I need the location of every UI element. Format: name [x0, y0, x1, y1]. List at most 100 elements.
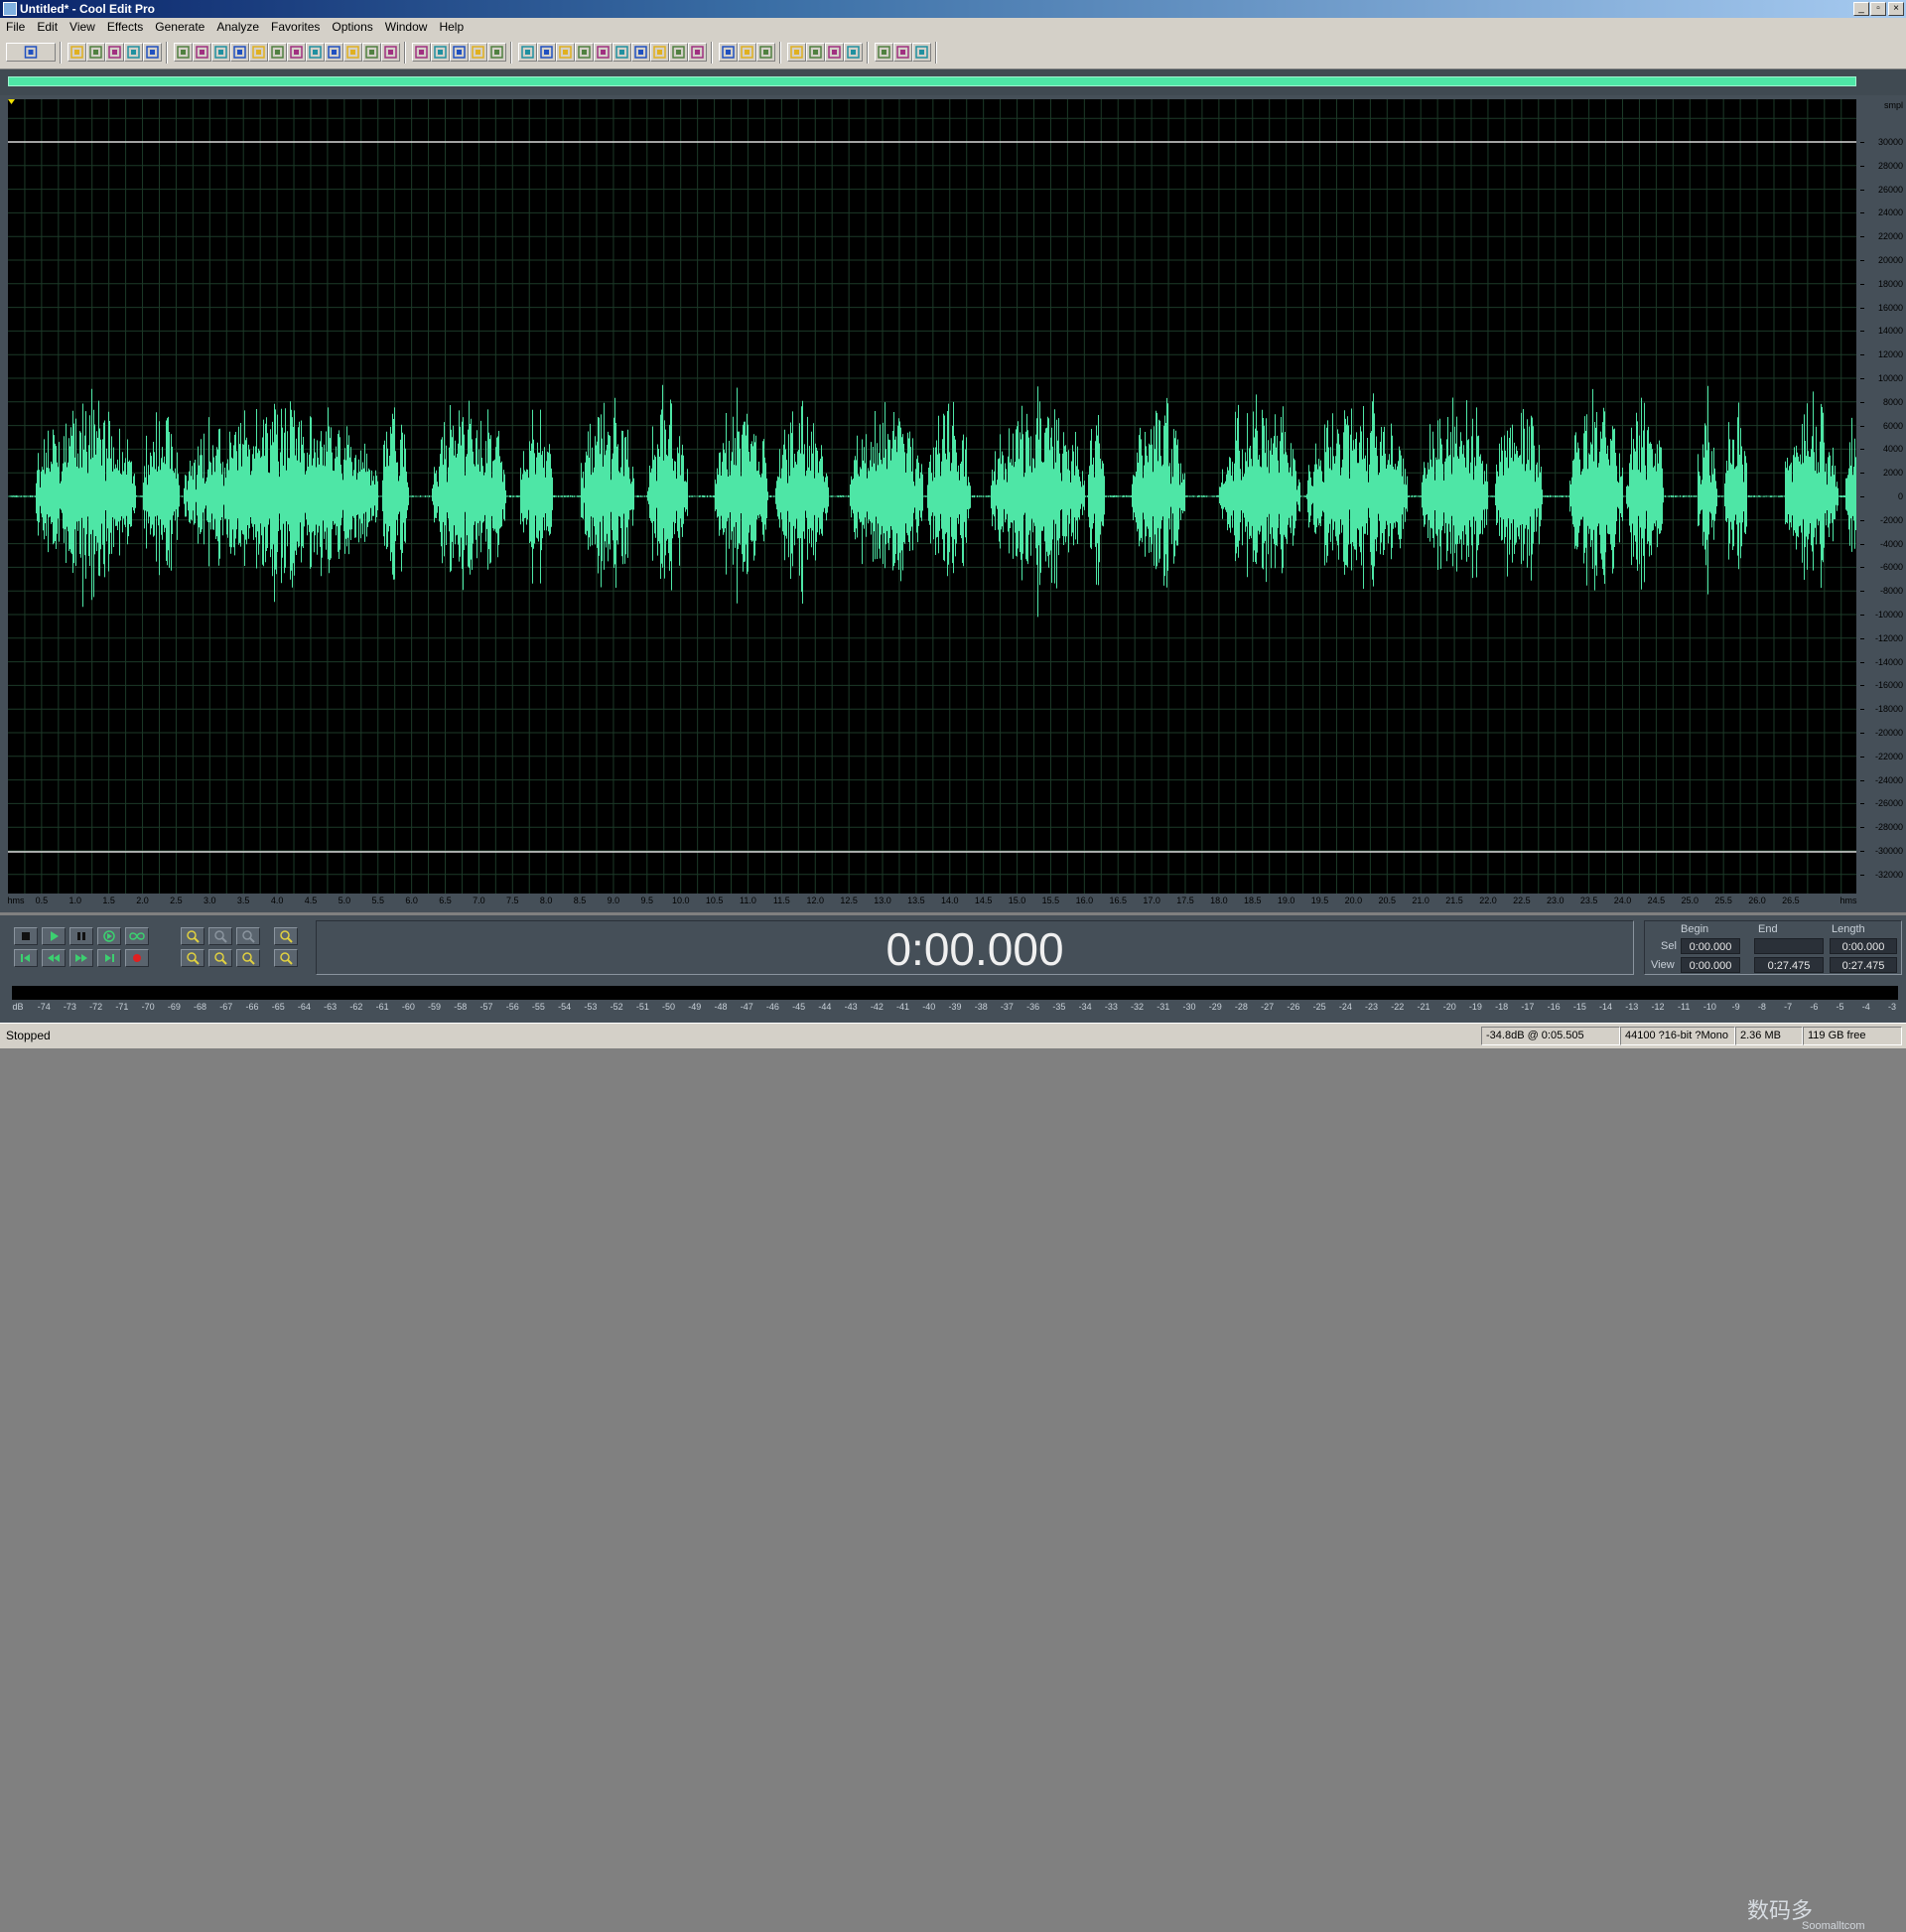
save-as-icon[interactable]	[124, 43, 143, 62]
sample-rate-icon[interactable]	[613, 43, 631, 62]
track-icon[interactable]	[518, 43, 537, 62]
loop-icon[interactable]	[381, 43, 400, 62]
effect1-icon[interactable]	[787, 43, 806, 62]
db-scale-label: -70	[141, 1002, 155, 1012]
menu-help[interactable]: Help	[433, 18, 470, 37]
db-scale-label: -20	[1442, 1002, 1456, 1012]
paste-new-icon[interactable]	[268, 43, 287, 62]
mix-paste-icon[interactable]	[306, 43, 325, 62]
tool1-icon[interactable]	[875, 43, 893, 62]
time-label: 16.0	[1075, 896, 1094, 905]
minimize-button[interactable]: _	[1853, 2, 1869, 16]
view-begin-field[interactable]: 0:00.000	[1681, 957, 1740, 973]
view-length-field[interactable]: 0:27.475	[1830, 957, 1897, 973]
envelope-icon[interactable]	[412, 43, 431, 62]
tool3-icon[interactable]	[912, 43, 931, 62]
paste-icon[interactable]	[249, 43, 268, 62]
zoom-out-icon[interactable]	[208, 927, 232, 945]
rewind-button[interactable]	[42, 949, 66, 967]
zoom-selection-icon[interactable]	[236, 949, 260, 967]
sel-length-field[interactable]: 0:00.000	[1830, 938, 1897, 954]
toolbar-separator	[60, 42, 62, 64]
toggle-view-icon[interactable]	[6, 43, 56, 62]
overview-bar[interactable]	[0, 69, 1906, 95]
zoom-right-icon[interactable]	[208, 949, 232, 967]
help-icon[interactable]	[756, 43, 775, 62]
go-to-start-button[interactable]	[14, 949, 38, 967]
menu-options[interactable]: Options	[326, 18, 378, 37]
menu-generate[interactable]: Generate	[149, 18, 210, 37]
waveform-display[interactable]	[8, 99, 1856, 894]
bars-icon[interactable]	[669, 43, 688, 62]
zoom-out-vertical-icon[interactable]	[274, 949, 298, 967]
overview-range[interactable]	[8, 76, 1856, 86]
open-file-icon[interactable]	[86, 43, 105, 62]
zoom-in-vertical-icon[interactable]	[274, 927, 298, 945]
settings-icon[interactable]	[556, 43, 575, 62]
effect4-icon[interactable]	[844, 43, 863, 62]
cd-icon[interactable]	[719, 43, 738, 62]
grid3-icon[interactable]	[487, 43, 506, 62]
scissors-icon[interactable]	[287, 43, 306, 62]
y-axis-label: 4000	[1882, 444, 1903, 455]
zoom-left-icon[interactable]	[181, 949, 204, 967]
menu-window[interactable]: Window	[379, 18, 434, 37]
close-file-icon[interactable]	[143, 43, 162, 62]
time-label: 17.0	[1143, 896, 1160, 905]
play-icon[interactable]	[575, 43, 594, 62]
zoom-full-icon[interactable]	[236, 927, 260, 945]
go-to-end-button[interactable]	[97, 949, 121, 967]
y-axis-tick	[1860, 733, 1864, 734]
grid1-icon[interactable]	[450, 43, 469, 62]
script-icon[interactable]	[738, 43, 756, 62]
spectrum-icon[interactable]	[650, 43, 669, 62]
play-to-end-button[interactable]	[97, 927, 121, 945]
menu-effects[interactable]: Effects	[101, 18, 149, 37]
restore-button[interactable]: ▫	[1870, 2, 1886, 16]
time-label: 25.5	[1714, 896, 1732, 905]
zoom-in-icon[interactable]	[181, 927, 204, 945]
effect3-icon[interactable]	[825, 43, 844, 62]
convert-icon[interactable]	[362, 43, 381, 62]
play-button[interactable]	[42, 927, 66, 945]
db-scale-label: -27	[1261, 1002, 1275, 1012]
stop-button[interactable]	[14, 927, 38, 945]
menu-file[interactable]: File	[0, 18, 31, 37]
new-file-icon[interactable]	[68, 43, 86, 62]
bit-depth-icon[interactable]	[631, 43, 650, 62]
normalize-icon[interactable]	[431, 43, 450, 62]
tool2-icon[interactable]	[893, 43, 912, 62]
app-icon[interactable]	[3, 2, 17, 16]
cut-icon[interactable]	[211, 43, 230, 62]
menu-view[interactable]: View	[64, 18, 101, 37]
effect2-icon[interactable]	[806, 43, 825, 62]
redo-icon[interactable]	[193, 43, 211, 62]
time-label: 11.0	[740, 896, 756, 905]
db-scale-label: -22	[1391, 1002, 1405, 1012]
view-end-field[interactable]: 0:27.475	[1754, 957, 1824, 973]
y-axis-tick	[1860, 142, 1864, 143]
trim-icon[interactable]	[325, 43, 343, 62]
menu-edit[interactable]: Edit	[31, 18, 64, 37]
grid2-icon[interactable]	[469, 43, 487, 62]
time-label: 10.5	[705, 896, 724, 905]
metronome-icon[interactable]	[688, 43, 707, 62]
fast-forward-button[interactable]	[69, 949, 93, 967]
record-button[interactable]	[125, 949, 149, 967]
loop-button[interactable]	[125, 927, 149, 945]
db-scale-label: -69	[167, 1002, 181, 1012]
copy-icon[interactable]	[230, 43, 249, 62]
menu-analyze[interactable]: Analyze	[210, 18, 265, 37]
time-label: 9.0	[607, 896, 620, 905]
close-button[interactable]: ×	[1888, 2, 1904, 16]
sel-end-field[interactable]	[1754, 938, 1824, 954]
zoom-box-icon[interactable]	[594, 43, 613, 62]
undo-icon[interactable]	[174, 43, 193, 62]
pause-button[interactable]	[69, 927, 93, 945]
db-scale-label: -8	[1757, 1002, 1766, 1012]
save-file-icon[interactable]	[105, 43, 124, 62]
menu-favorites[interactable]: Favorites	[265, 18, 326, 37]
sel-begin-field[interactable]: 0:00.000	[1681, 938, 1740, 954]
record-icon[interactable]	[537, 43, 556, 62]
insert-icon[interactable]	[343, 43, 362, 62]
